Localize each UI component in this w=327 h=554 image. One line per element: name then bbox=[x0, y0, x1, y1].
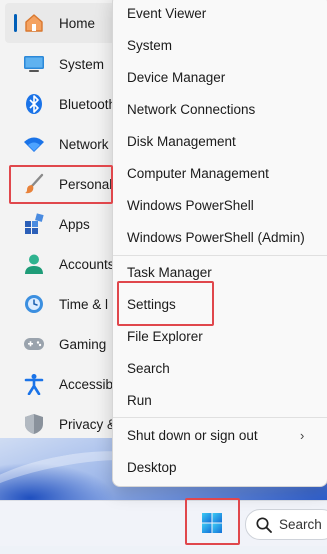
menu-item-label: Computer Management bbox=[127, 165, 269, 181]
monitor-icon bbox=[22, 52, 46, 76]
menu-item-label: Event Viewer bbox=[127, 5, 207, 21]
menu-item-shut-down-or-sign-out[interactable]: Shut down or sign out › bbox=[113, 419, 327, 451]
menu-item-label: Desktop bbox=[127, 459, 177, 475]
sidebar-item-label: Accessib bbox=[59, 376, 114, 392]
taskbar: Search bbox=[0, 500, 327, 546]
sidebar-item-network[interactable]: Network bbox=[0, 124, 122, 164]
search-label: Search bbox=[279, 517, 322, 532]
search-icon bbox=[256, 516, 272, 533]
home-icon bbox=[22, 11, 46, 35]
sidebar-item-label: Bluetooth bbox=[59, 96, 117, 112]
sidebar-item-gaming[interactable]: Gaming bbox=[0, 324, 122, 364]
menu-item-event-viewer[interactable]: Event Viewer bbox=[113, 0, 327, 29]
menu-separator bbox=[113, 417, 327, 418]
menu-item-system[interactable]: System bbox=[113, 29, 327, 61]
menu-item-label: Disk Management bbox=[127, 133, 236, 149]
sidebar-item-home[interactable]: Home bbox=[5, 3, 122, 43]
menu-item-network-connections[interactable]: Network Connections bbox=[113, 93, 327, 125]
sidebar-item-label: Home bbox=[59, 15, 96, 31]
sidebar-item-system[interactable]: System bbox=[0, 44, 122, 84]
menu-item-device-manager[interactable]: Device Manager bbox=[113, 61, 327, 93]
sidebar-item-label: Privacy & bbox=[59, 416, 117, 432]
menu-item-file-explorer[interactable]: File Explorer bbox=[113, 320, 327, 352]
taskbar-search-box[interactable]: Search bbox=[245, 509, 327, 540]
menu-item-desktop[interactable]: Desktop bbox=[113, 451, 327, 483]
menu-item-label: Settings bbox=[127, 296, 176, 312]
menu-item-label: Windows PowerShell (Admin) bbox=[127, 229, 305, 245]
menu-item-label: System bbox=[127, 37, 173, 53]
sidebar-item-privacy[interactable]: Privacy & bbox=[0, 404, 122, 444]
menu-item-run[interactable]: Run bbox=[113, 384, 327, 416]
menu-item-label: Task Manager bbox=[127, 264, 212, 280]
menu-item-search[interactable]: Search bbox=[113, 352, 327, 384]
menu-item-label: Windows PowerShell bbox=[127, 197, 254, 213]
windows-logo-icon bbox=[201, 512, 223, 537]
chevron-right-icon: › bbox=[300, 427, 305, 443]
settings-window: Home System Bluetooth Network Personal A… bbox=[0, 0, 122, 438]
sidebar-item-label: Network bbox=[59, 136, 109, 152]
sidebar-item-label: Time & l bbox=[59, 296, 109, 312]
bluetooth-icon bbox=[22, 92, 46, 116]
menu-item-label: Device Manager bbox=[127, 69, 226, 85]
sidebar-item-label: Personal bbox=[59, 176, 113, 192]
paintbrush-icon bbox=[22, 172, 46, 196]
sidebar-item-accessibility[interactable]: Accessib bbox=[0, 364, 122, 404]
apps-icon bbox=[22, 212, 46, 236]
menu-item-task-manager[interactable]: Task Manager bbox=[113, 256, 327, 288]
sidebar-item-label: Apps bbox=[59, 216, 90, 232]
menu-item-disk-management[interactable]: Disk Management bbox=[113, 125, 327, 157]
sidebar-item-apps[interactable]: Apps bbox=[0, 204, 122, 244]
shield-icon bbox=[22, 412, 46, 436]
clock-globe-icon bbox=[22, 292, 46, 316]
sidebar-item-personalization[interactable]: Personal bbox=[0, 164, 122, 204]
person-icon bbox=[22, 252, 46, 276]
accessibility-icon bbox=[22, 372, 46, 396]
wifi-icon bbox=[22, 132, 46, 156]
sidebar-item-accounts[interactable]: Accounts bbox=[0, 244, 122, 284]
sidebar-item-label: System bbox=[59, 56, 105, 72]
menu-item-label: Shut down or sign out bbox=[127, 427, 258, 443]
menu-item-windows-powershell-admin[interactable]: Windows PowerShell (Admin) bbox=[113, 221, 327, 253]
power-user-context-menu: Event Viewer System Device Manager Netwo… bbox=[112, 0, 327, 487]
menu-item-label: Search bbox=[127, 360, 170, 376]
sidebar-item-label: Accounts bbox=[59, 256, 115, 272]
menu-item-windows-powershell[interactable]: Windows PowerShell bbox=[113, 189, 327, 221]
sidebar-item-bluetooth[interactable]: Bluetooth bbox=[0, 84, 122, 124]
menu-item-computer-management[interactable]: Computer Management bbox=[113, 157, 327, 189]
gamepad-icon bbox=[22, 332, 46, 356]
sidebar-item-label: Gaming bbox=[59, 336, 107, 352]
start-button[interactable] bbox=[196, 509, 228, 539]
menu-item-label: Run bbox=[127, 392, 152, 408]
sidebar-item-time-language[interactable]: Time & l bbox=[0, 284, 122, 324]
menu-item-settings[interactable]: Settings bbox=[113, 288, 327, 320]
menu-item-label: Network Connections bbox=[127, 101, 256, 117]
menu-item-label: File Explorer bbox=[127, 328, 203, 344]
active-indicator bbox=[14, 14, 17, 32]
